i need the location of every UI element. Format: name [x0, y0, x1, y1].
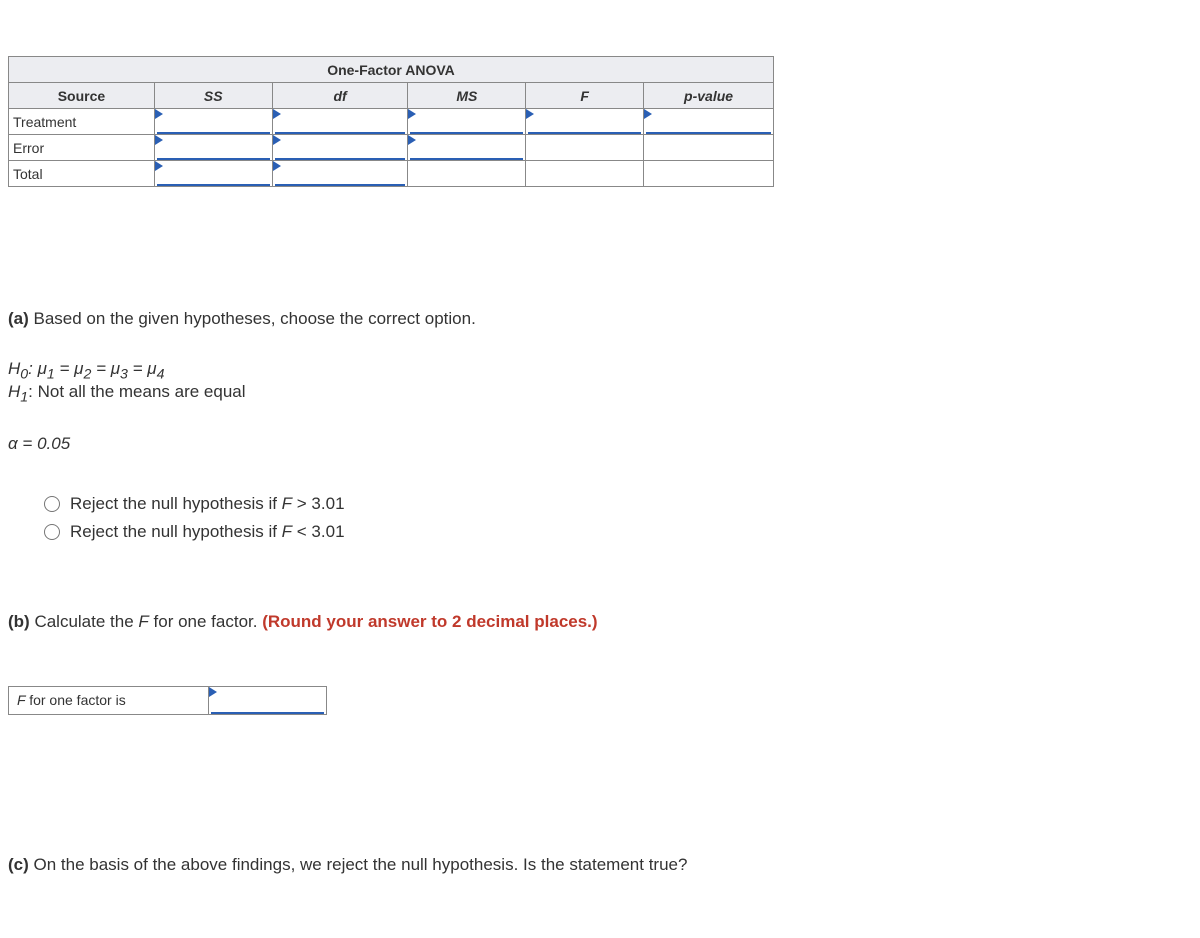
col-df: df: [272, 83, 408, 109]
input-total-df[interactable]: [272, 161, 408, 187]
anova-table: One-Factor ANOVA Source SS df MS F p-val…: [8, 56, 774, 187]
input-treatment-ss[interactable]: [154, 109, 272, 135]
input-treatment-ms[interactable]: [408, 109, 526, 135]
input-error-ms[interactable]: [408, 135, 526, 161]
row-label: Total: [9, 161, 155, 187]
cell-total-f: [526, 161, 644, 187]
part-a-prompt: (a) Based on the given hypotheses, choos…: [8, 307, 1192, 331]
f-answer-box: F for one factor is: [8, 686, 327, 715]
input-error-df[interactable]: [272, 135, 408, 161]
anova-title: One-Factor ANOVA: [9, 57, 774, 83]
row-total: Total: [9, 161, 774, 187]
anova-header-row: Source SS df MS F p-value: [9, 83, 774, 109]
col-source: Source: [9, 83, 155, 109]
radio-option-1[interactable]: [44, 496, 60, 512]
col-ss: SS: [154, 83, 272, 109]
row-error: Error: [9, 135, 774, 161]
col-f: F: [526, 83, 644, 109]
input-treatment-df[interactable]: [272, 109, 408, 135]
option-1-label: Reject the null hypothesis if F > 3.01: [70, 494, 345, 514]
col-ms: MS: [408, 83, 526, 109]
part-b-prompt: (b) Calculate the F for one factor. (Rou…: [8, 612, 1192, 632]
cell-total-p: [644, 161, 774, 187]
part-b-hint: (Round your answer to 2 decimal places.): [262, 612, 597, 631]
alpha-level: α = 0.05: [8, 434, 1192, 454]
input-total-ss[interactable]: [154, 161, 272, 187]
part-c-label: (c): [8, 855, 29, 874]
part-b-label: (b): [8, 612, 30, 631]
option-2-label: Reject the null hypothesis if F < 3.01: [70, 522, 345, 542]
cell-total-ms: [408, 161, 526, 187]
cell-error-f: [526, 135, 644, 161]
cell-error-p: [644, 135, 774, 161]
input-treatment-f[interactable]: [526, 109, 644, 135]
part-c-prompt: (c) On the basis of the above findings, …: [8, 855, 1192, 875]
input-error-ss[interactable]: [154, 135, 272, 161]
f-box-label: F for one factor is: [9, 686, 209, 714]
hypotheses: H0: μ1 = μ2 = μ3 = μ4 H1: Not all the me…: [8, 359, 1192, 406]
input-treatment-p[interactable]: [644, 109, 774, 135]
row-label: Error: [9, 135, 155, 161]
part-a-label: (a): [8, 309, 29, 328]
part-a-options: Reject the null hypothesis if F > 3.01 R…: [44, 494, 1192, 542]
option-2[interactable]: Reject the null hypothesis if F < 3.01: [44, 522, 1192, 542]
radio-option-2[interactable]: [44, 524, 60, 540]
row-treatment: Treatment: [9, 109, 774, 135]
option-1[interactable]: Reject the null hypothesis if F > 3.01: [44, 494, 1192, 514]
row-label: Treatment: [9, 109, 155, 135]
col-pvalue: p-value: [644, 83, 774, 109]
input-f-value[interactable]: [209, 686, 327, 714]
